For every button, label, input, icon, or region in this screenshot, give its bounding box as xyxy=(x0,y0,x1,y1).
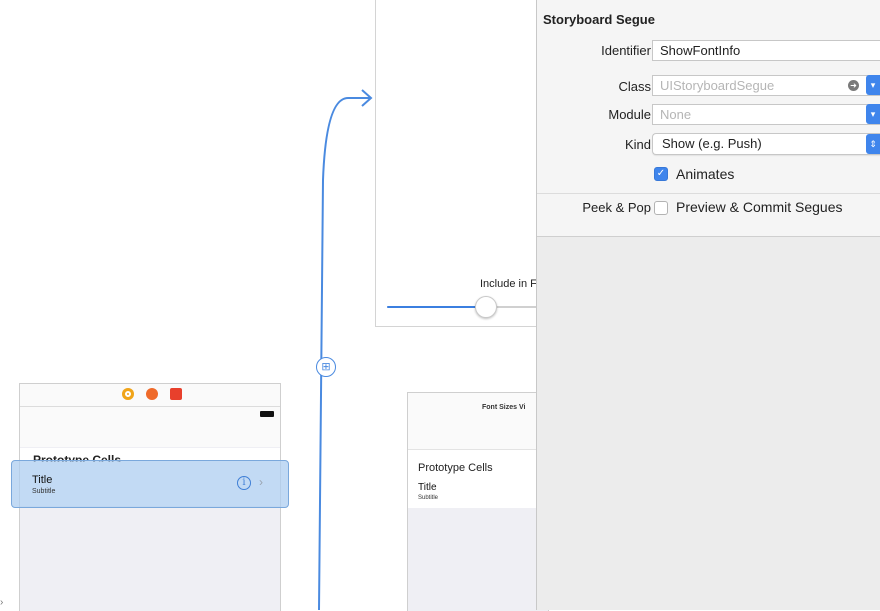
module-field[interactable]: None xyxy=(652,104,880,125)
class-dropdown-arrow[interactable]: ▾ xyxy=(866,75,880,95)
cell-subtitle: Subtitle xyxy=(32,488,56,495)
chevron-right-icon: › xyxy=(259,475,263,489)
module-label: Module xyxy=(608,107,651,122)
segue-line xyxy=(318,97,370,610)
slider-track[interactable] xyxy=(387,306,537,308)
module-dropdown-arrow[interactable]: ▾ xyxy=(866,104,880,124)
slider-scene[interactable]: Include in F xyxy=(375,0,546,327)
kind-stepper-icon[interactable]: ⇕ xyxy=(866,134,880,154)
slider-fill xyxy=(387,306,487,308)
animates-label: Animates xyxy=(676,166,735,182)
font-sizes-scene[interactable]: Font Sizes Vi Prototype Cells Title Subt… xyxy=(407,392,549,611)
kind-popup[interactable]: Show (e.g. Push) xyxy=(652,133,880,155)
selected-prototype-cell[interactable]: Title Subtitle i › xyxy=(11,460,289,508)
segue-attributes-section: Storyboard Segue Identifier ShowFontInfo… xyxy=(537,0,880,237)
first-responder-icon[interactable] xyxy=(146,388,158,400)
animates-checkbox[interactable]: ✓ xyxy=(654,167,668,181)
preview-commit-label: Preview & Commit Segues xyxy=(676,199,843,215)
preview-commit-checkbox[interactable] xyxy=(654,201,668,215)
segue-icon[interactable]: ⊞ xyxy=(316,357,336,377)
scene-edge-arrow: › xyxy=(0,597,4,608)
segue-arrowhead xyxy=(361,89,373,107)
attributes-inspector: Storyboard Segue Identifier ShowFontInfo… xyxy=(536,0,880,610)
identifier-field[interactable]: ShowFontInfo xyxy=(652,40,880,61)
class-label: Class xyxy=(618,79,651,94)
kind-label: Kind xyxy=(624,137,651,152)
module-placeholder: None xyxy=(660,107,692,122)
view-controller-icon[interactable] xyxy=(122,388,134,400)
slider-label: Include in F xyxy=(480,278,537,290)
info-icon[interactable]: i xyxy=(237,476,251,490)
storyboard-canvas[interactable]: Include in F ⊞ Prototype Cells Title Sub… xyxy=(0,0,549,611)
prototype-cells-header: Prototype Cells xyxy=(418,462,493,474)
navigation-bar[interactable] xyxy=(20,407,280,447)
section-title: Storyboard Segue xyxy=(543,12,655,27)
class-placeholder: UIStoryboardSegue xyxy=(660,78,775,93)
battery-icon xyxy=(260,411,274,417)
exit-icon[interactable] xyxy=(170,388,182,400)
slider-thumb[interactable] xyxy=(475,296,497,318)
class-field[interactable]: UIStoryboardSegue xyxy=(652,75,880,96)
scene-dock xyxy=(20,384,280,407)
go-to-class-icon[interactable]: ➜ xyxy=(848,80,859,91)
kind-value: Show (e.g. Push) xyxy=(662,136,762,151)
peek-pop-label: Peek & Pop xyxy=(582,200,651,215)
navigation-bar[interactable]: Font Sizes Vi xyxy=(408,393,548,450)
nav-title: Font Sizes Vi xyxy=(482,404,526,411)
cell-subtitle: Subtitle xyxy=(418,495,439,501)
divider xyxy=(537,193,880,194)
cell-title: Title xyxy=(32,474,53,486)
cell-title: Title xyxy=(418,482,437,493)
identifier-label: Identifier xyxy=(601,43,651,58)
